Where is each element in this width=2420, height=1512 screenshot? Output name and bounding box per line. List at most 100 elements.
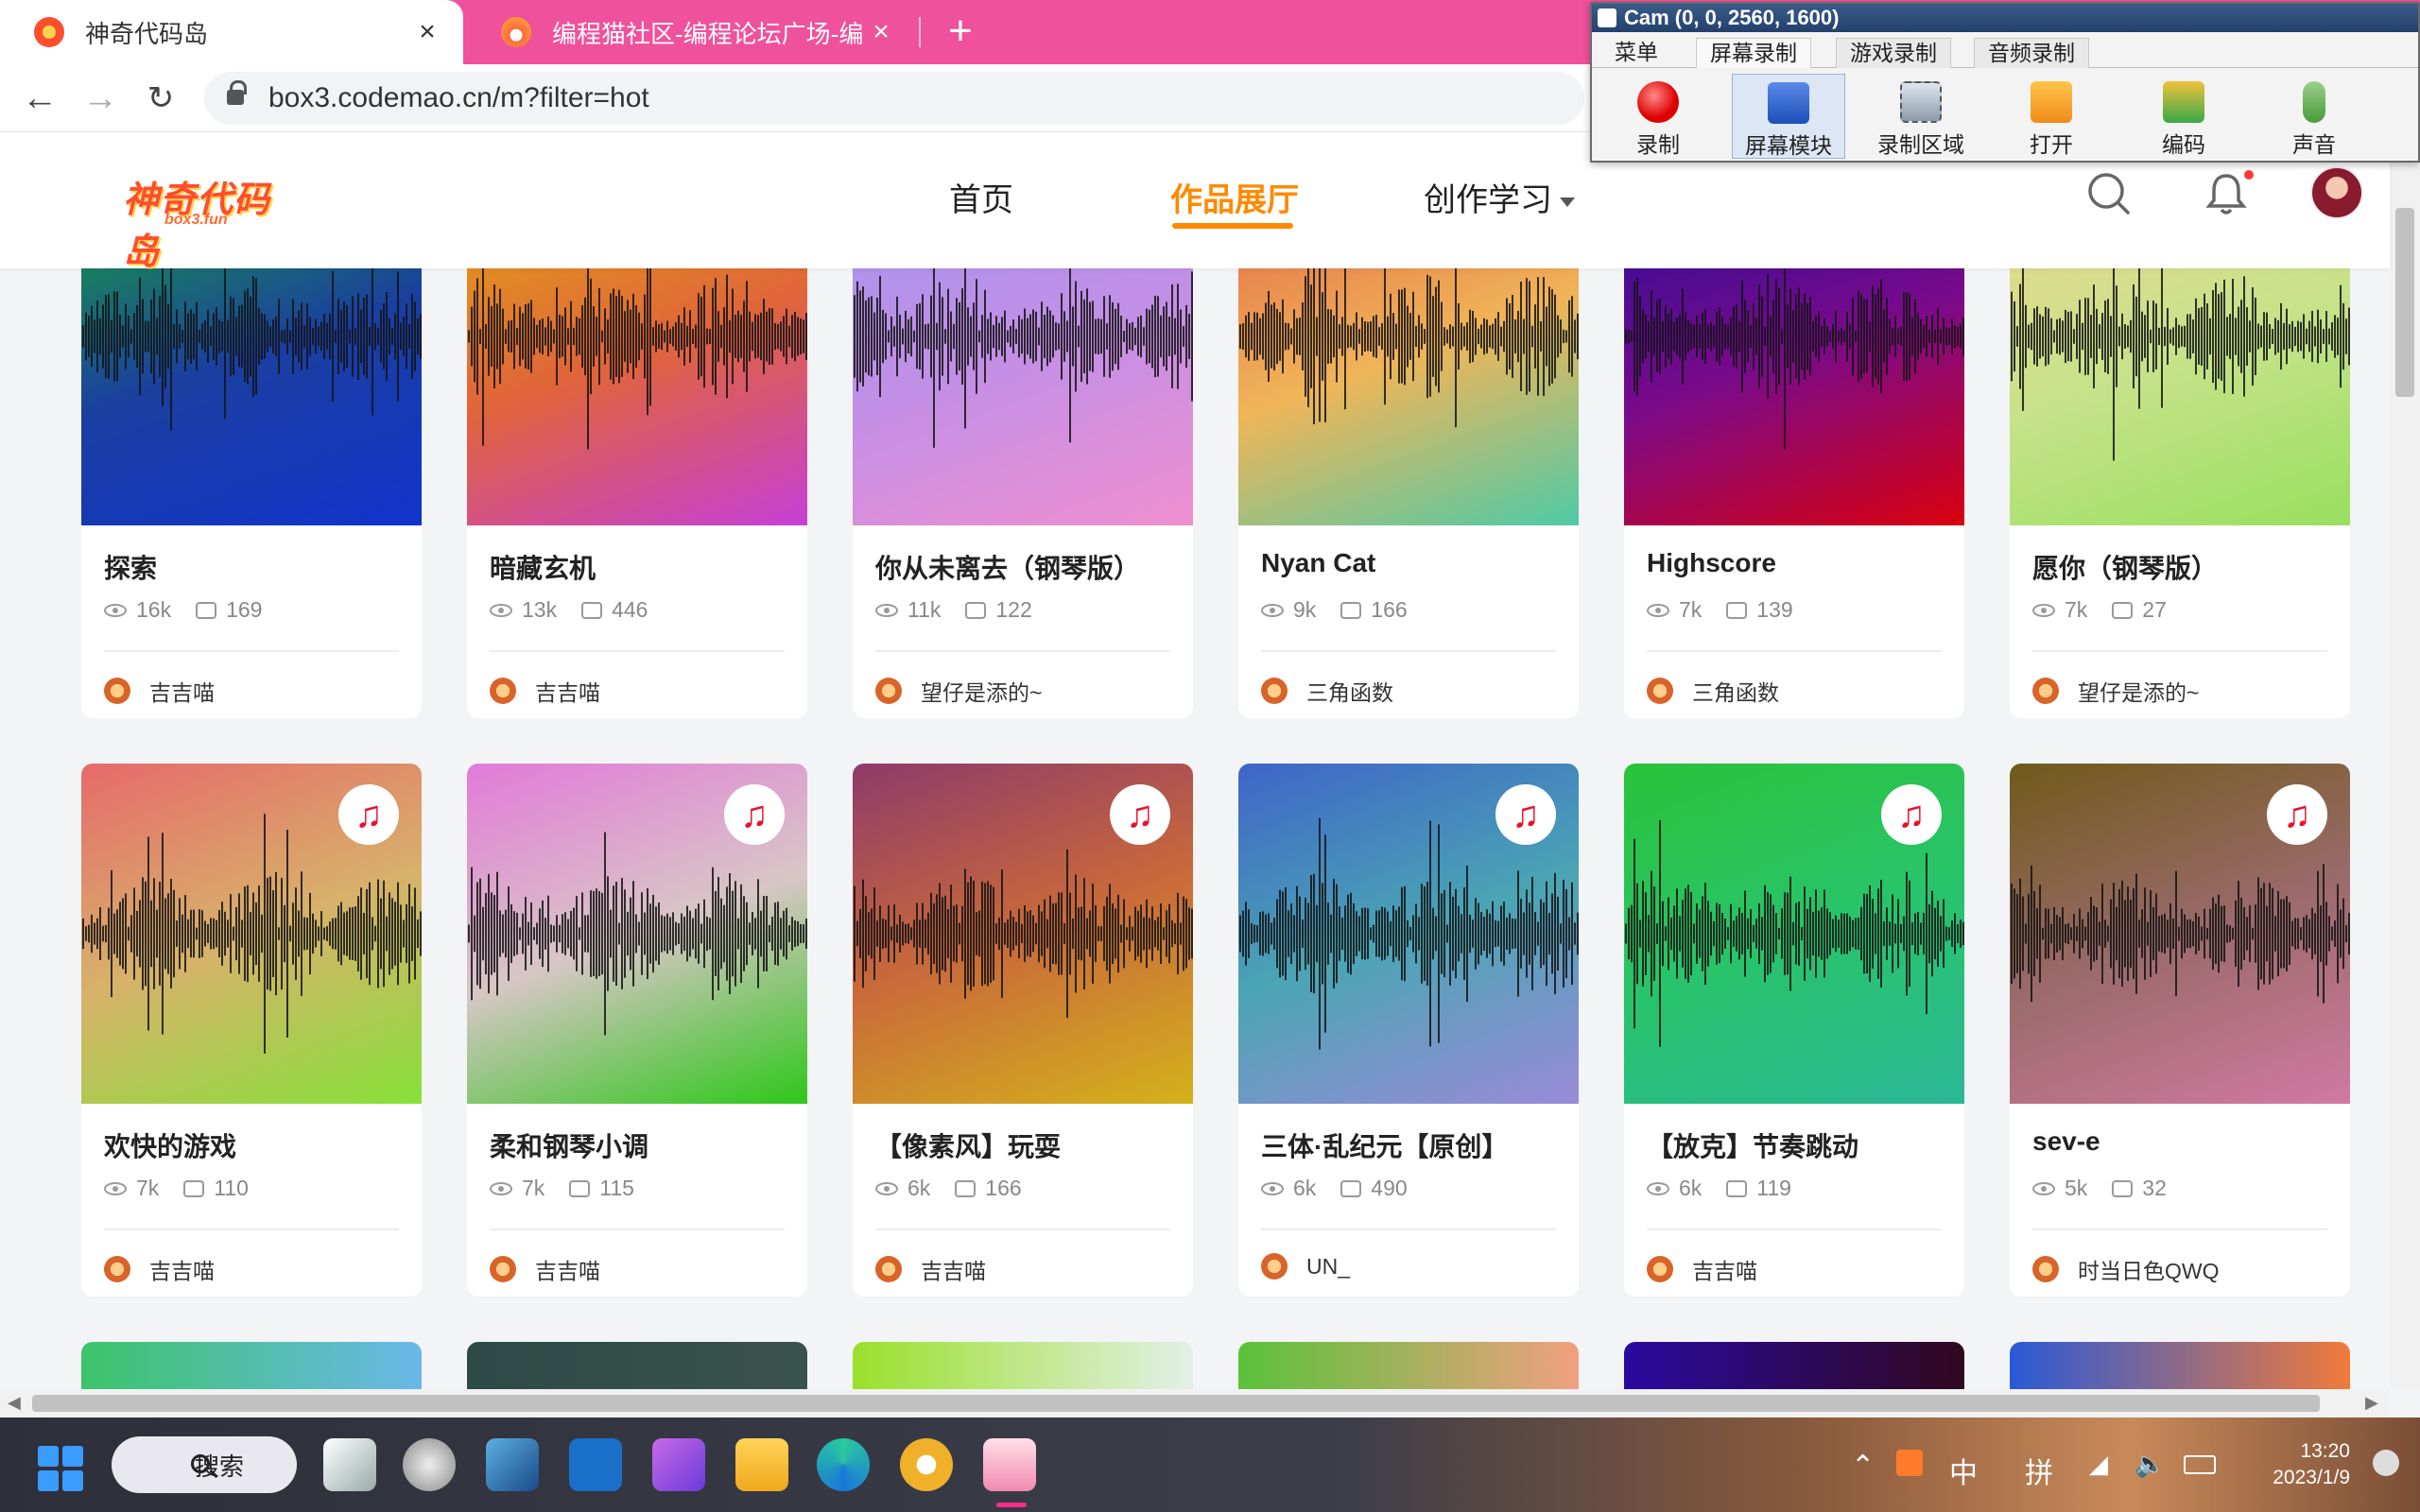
work-thumbnail[interactable] — [81, 268, 422, 525]
work-title[interactable]: 愿你（钢琴版） — [2032, 548, 2218, 586]
record-area-button[interactable]: 录制区域 — [1864, 74, 1978, 159]
ime-mode[interactable]: 拼 — [2025, 1450, 2053, 1491]
work-card[interactable]: ♫ 欢快的游戏 7k 110 吉吉喵 — [81, 764, 422, 1297]
work-card[interactable]: ♫ sev-e 5k 32 时当日色QWQ — [2010, 764, 2350, 1297]
work-thumbnail[interactable] — [1238, 268, 1579, 525]
volume-icon[interactable]: 🔈 — [2135, 1450, 2165, 1479]
work-thumbnail[interactable] — [1624, 268, 1964, 525]
nav-home[interactable]: 首页 — [949, 174, 1013, 220]
work-author[interactable]: UN_ — [1261, 1253, 1350, 1280]
scrollbar-thumb[interactable] — [32, 1395, 2320, 1412]
recorder-tab-audio[interactable]: 音频录制 — [1974, 38, 2089, 68]
work-card[interactable] — [1624, 1342, 1964, 1389]
notification-bell-icon[interactable] — [2203, 170, 2254, 217]
scrollbar-thumb[interactable] — [2395, 208, 2414, 397]
recorder-menu[interactable]: 菜单 — [1601, 38, 1671, 68]
work-card[interactable] — [1238, 1342, 1579, 1389]
forward-arrow-icon[interactable]: → — [79, 77, 121, 119]
work-card[interactable]: 探索 16k 169 吉吉喵 — [81, 268, 422, 718]
tray-overflow-icon[interactable]: ⌃ — [1851, 1450, 1875, 1483]
work-title[interactable]: 你从未离去（钢琴版） — [875, 548, 1140, 586]
work-author[interactable]: 时当日色QWQ — [2032, 1253, 2220, 1285]
scroll-right-icon[interactable]: ▶ — [2365, 1393, 2378, 1413]
work-thumbnail[interactable]: ♫ — [81, 764, 422, 1104]
work-author[interactable]: 吉吉喵 — [104, 1253, 215, 1285]
back-arrow-icon[interactable]: ← — [19, 77, 60, 119]
work-card[interactable] — [853, 1342, 1193, 1389]
open-button[interactable]: 打开 — [1995, 74, 2108, 159]
work-card[interactable] — [467, 1342, 807, 1389]
work-card[interactable]: Nyan Cat 9k 166 三角函数 — [1238, 268, 1579, 718]
work-author[interactable]: 吉吉喵 — [490, 675, 600, 707]
nav-gallery[interactable]: 作品展厅 — [1170, 174, 1299, 220]
work-card[interactable] — [2010, 1342, 2350, 1389]
browser-tab-active[interactable]: 神奇代码岛 × — [0, 0, 463, 64]
work-card[interactable]: ♫ 三体·乱纪元【原创】 6k 490 UN_ — [1238, 764, 1579, 1297]
work-author[interactable]: 吉吉喵 — [1647, 1253, 1757, 1285]
work-card[interactable]: 你从未离去（钢琴版） 11k 122 望仔是添的~ — [853, 268, 1193, 718]
work-card[interactable]: ♫ 【像素风】玩耍 6k 166 吉吉喵 — [853, 764, 1193, 1297]
musescore-icon[interactable] — [569, 1438, 622, 1491]
work-author[interactable]: 望仔是添的~ — [2032, 675, 2199, 707]
task-view-icon[interactable] — [323, 1438, 376, 1491]
record-button[interactable]: 录制 — [1601, 74, 1715, 159]
work-thumbnail[interactable]: ♫ — [1238, 764, 1579, 1104]
taskbar-search[interactable]: 搜索 — [112, 1436, 297, 1493]
sound-button[interactable]: 声音 — [2257, 74, 2371, 159]
work-author[interactable]: 望仔是添的~ — [875, 675, 1042, 707]
work-author[interactable]: 吉吉喵 — [104, 675, 215, 707]
new-tab-button[interactable]: + — [936, 8, 985, 57]
tray-app-icon[interactable] — [1896, 1450, 1923, 1476]
vertical-scrollbar[interactable] — [2390, 132, 2420, 1389]
work-thumbnail[interactable]: ♫ — [853, 764, 1193, 1104]
file-explorer-icon[interactable] — [735, 1438, 788, 1491]
work-thumbnail[interactable] — [467, 268, 807, 525]
site-logo[interactable]: 神奇代码岛 box3.fun — [123, 170, 302, 272]
work-author[interactable]: 三角函数 — [1647, 675, 1779, 707]
horizontal-scrollbar[interactable]: ◀ ▶ — [0, 1389, 2390, 1418]
scroll-left-icon[interactable]: ◀ — [8, 1393, 21, 1413]
encode-button[interactable]: 编码 — [2127, 74, 2240, 159]
work-title[interactable]: 探索 — [104, 548, 157, 586]
ime-language[interactable]: 中 — [1949, 1450, 1978, 1491]
work-thumbnail[interactable]: ♫ — [467, 764, 807, 1104]
work-author[interactable]: 三角函数 — [1261, 675, 1393, 707]
recorder-tab-screen[interactable]: 屏幕录制 — [1696, 38, 1811, 68]
work-title[interactable]: 暗藏玄机 — [490, 548, 596, 586]
work-card[interactable]: ♫ 柔和钢琴小调 7k 115 吉吉喵 — [467, 764, 807, 1297]
app-icon-2[interactable] — [486, 1438, 539, 1491]
edge-browser-icon[interactable] — [817, 1438, 870, 1491]
bandicam-icon[interactable] — [983, 1438, 1036, 1491]
work-thumbnail[interactable]: ♫ — [1624, 764, 1964, 1104]
close-tab-icon[interactable]: × — [864, 16, 898, 48]
work-thumbnail[interactable]: ♫ — [2010, 764, 2350, 1104]
video-editor-icon[interactable] — [652, 1438, 705, 1491]
screen-module-button[interactable]: 屏幕模块 — [1732, 74, 1845, 159]
battery-icon[interactable] — [2184, 1455, 2216, 1474]
work-card[interactable] — [81, 1342, 422, 1389]
work-author[interactable]: 吉吉喵 — [875, 1253, 986, 1285]
search-icon[interactable] — [2085, 170, 2133, 217]
notification-center-icon[interactable] — [2373, 1450, 2399, 1476]
nav-learning[interactable]: 创作学习 — [1424, 174, 1575, 220]
browser-icon[interactable] — [900, 1438, 953, 1491]
work-title[interactable]: Nyan Cat — [1261, 548, 1375, 578]
work-title[interactable]: 欢快的游戏 — [104, 1126, 236, 1164]
work-title[interactable]: 柔和钢琴小调 — [490, 1126, 648, 1164]
url-field[interactable]: box3.codemao.cn/m?filter=hot — [204, 72, 1584, 125]
windows-start-icon[interactable] — [38, 1446, 83, 1491]
work-card[interactable]: ♫ 【放克】节奏跳动 6k 119 吉吉喵 — [1624, 764, 1964, 1297]
work-card[interactable]: 愿你（钢琴版） 7k 27 望仔是添的~ — [2010, 268, 2350, 718]
work-thumbnail[interactable] — [853, 268, 1193, 525]
work-card[interactable]: 暗藏玄机 13k 446 吉吉喵 — [467, 268, 807, 718]
work-card[interactable]: Highscore 7k 139 三角函数 — [1624, 268, 1964, 718]
work-thumbnail[interactable] — [2010, 268, 2350, 525]
wifi-icon[interactable]: ◢ — [2089, 1450, 2108, 1479]
work-title[interactable]: 【像素风】玩耍 — [875, 1126, 1061, 1164]
user-avatar[interactable] — [2310, 166, 2363, 219]
taskbar-clock[interactable]: 13:20 2023/1/9 — [2237, 1438, 2350, 1491]
browser-tab-inactive[interactable]: 编程猫社区-编程论坛广场-编程学 × — [482, 0, 917, 64]
work-title[interactable]: sev-e — [2032, 1126, 2100, 1157]
close-tab-icon[interactable]: × — [410, 16, 444, 48]
work-title[interactable]: Highscore — [1647, 548, 1776, 578]
